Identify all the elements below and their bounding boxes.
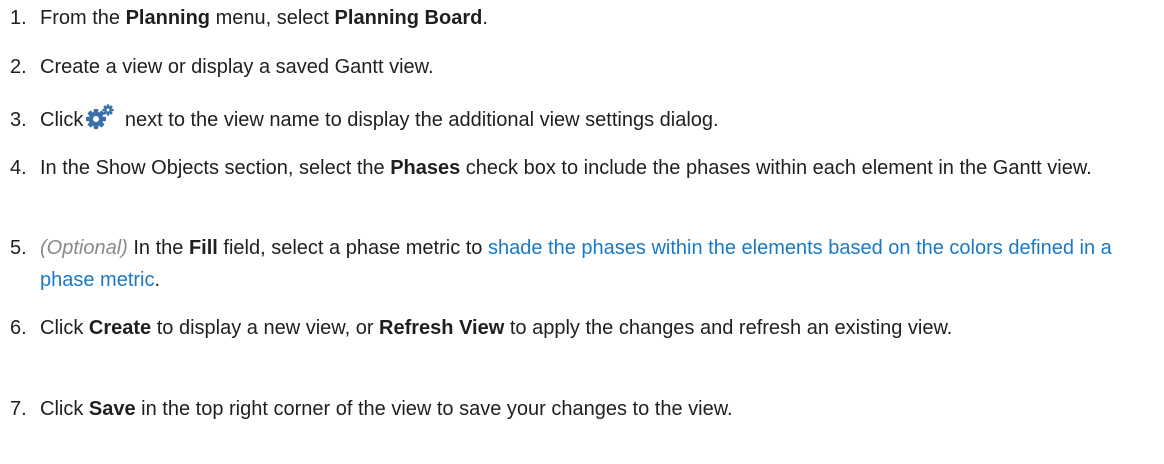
step-text: Click next to the view name to display t…: [40, 104, 1150, 136]
checkbox-name: Phases: [390, 157, 461, 179]
step-number: 1.: [10, 7, 27, 29]
step-3: 3. Click next to the view name to displa…: [0, 104, 1150, 136]
step-number: 6.: [10, 317, 27, 339]
gear-settings-icon: [86, 104, 114, 129]
step-text: From the Planning menu, select Planning …: [40, 7, 488, 29]
create-button-name: Create: [88, 317, 152, 339]
step-text: In the Show Objects section, select the …: [40, 157, 1092, 179]
step-text: Click Create to display a new view, or R…: [40, 317, 953, 339]
step-number: 4.: [10, 157, 27, 179]
menu-item-name: Planning Board: [334, 7, 483, 29]
menu-name: Planning: [125, 7, 211, 29]
step-2: 2. Create a view or display a saved Gant…: [0, 51, 1150, 83]
step-text: Create a view or display a saved Gantt v…: [40, 56, 434, 78]
step-number: 3.: [10, 109, 27, 131]
save-button-name: Save: [88, 398, 136, 420]
step-1: 1. From the Planning menu, select Planni…: [0, 2, 1150, 34]
step-text: (Optional) In the Fill field, select a p…: [40, 237, 1112, 291]
step-number: 2.: [10, 56, 27, 78]
field-name: Fill: [188, 237, 218, 259]
refresh-view-button-name: Refresh View: [379, 317, 505, 339]
step-6: 6. Click Create to display a new view, o…: [0, 312, 1150, 344]
optional-label: (Optional): [40, 237, 128, 259]
step-number: 5.: [10, 237, 27, 259]
step-7: 7. Click Save in the top right corner of…: [0, 393, 1150, 425]
step-5: 5. (Optional) In the Fill field, select …: [0, 232, 1150, 296]
step-text: Click Save in the top right corner of th…: [40, 398, 733, 420]
step-4: 4. In the Show Objects section, select t…: [0, 152, 1150, 184]
step-number: 7.: [10, 398, 27, 420]
